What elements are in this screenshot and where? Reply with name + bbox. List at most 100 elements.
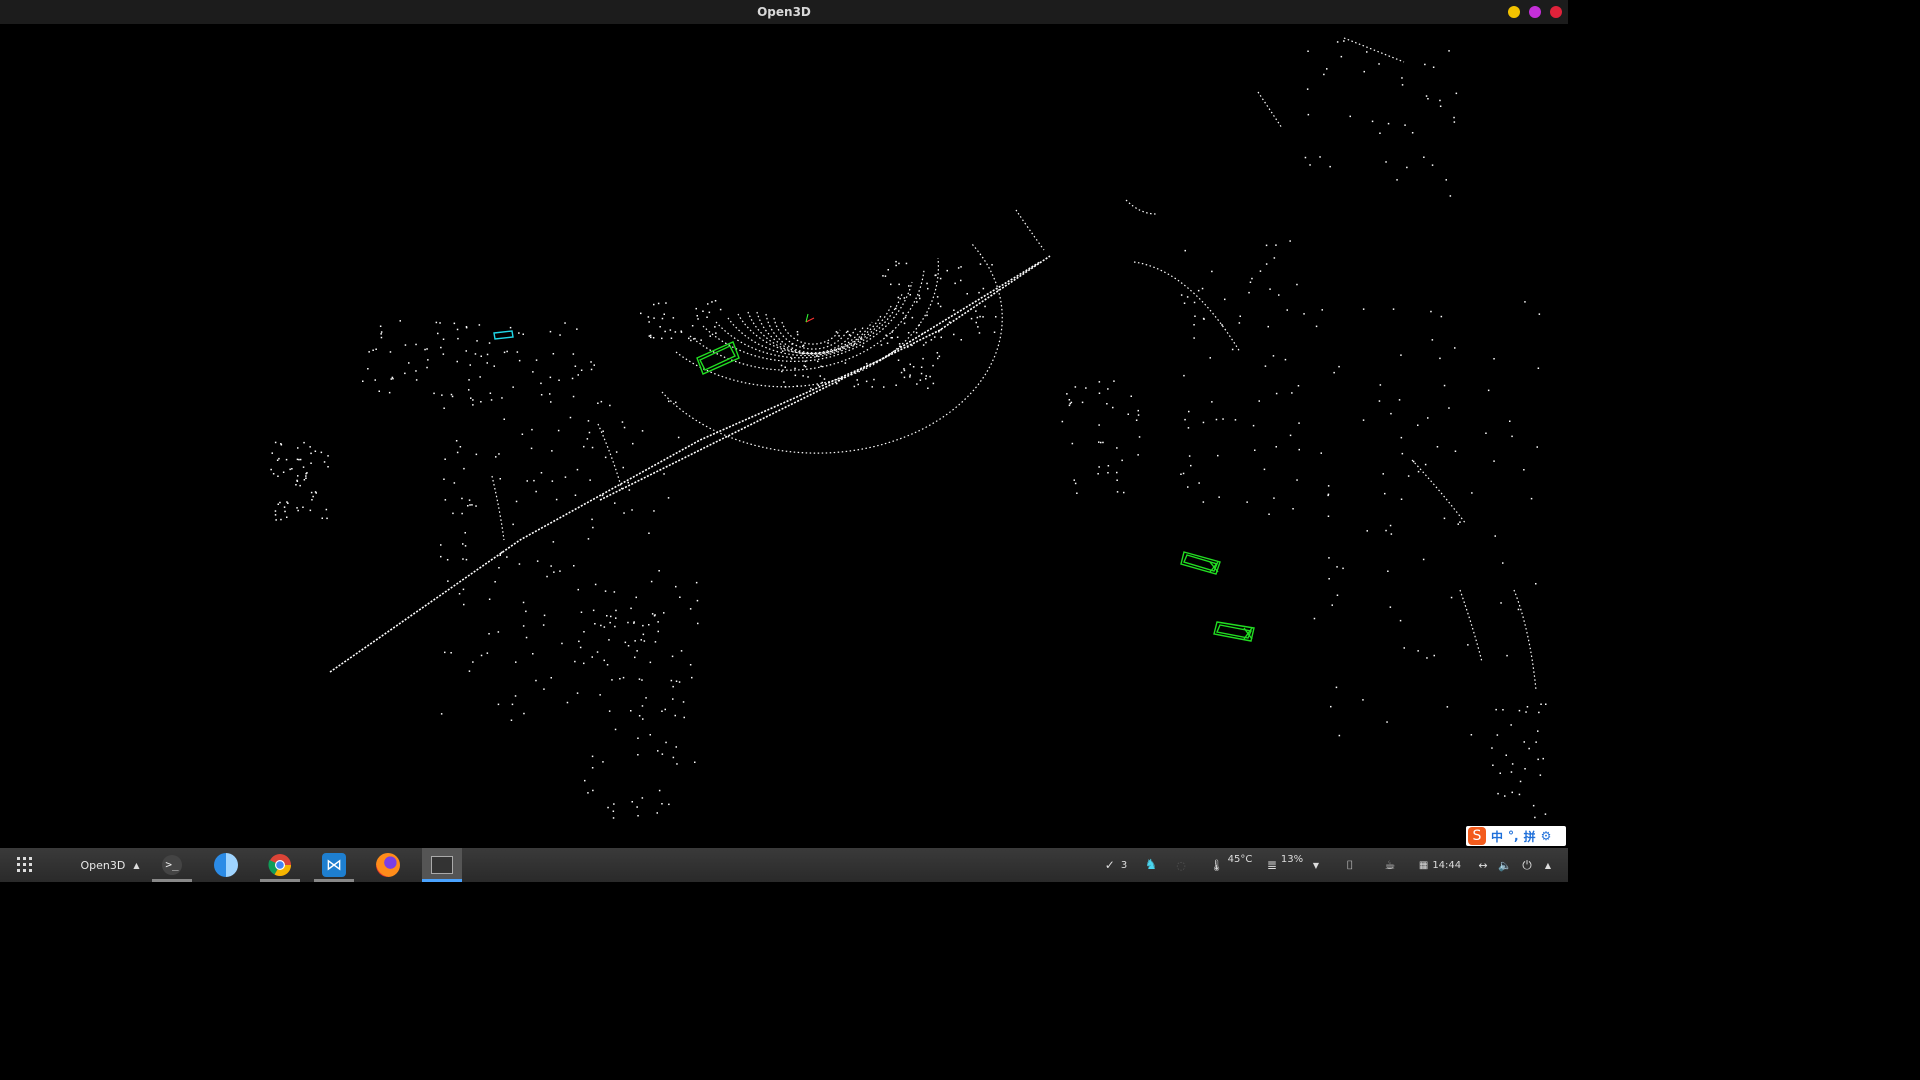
tray-disk[interactable]: ≣ 13%	[1260, 848, 1310, 882]
lidar-point	[665, 302, 667, 304]
tray-overflow[interactable]: ▲	[1540, 848, 1556, 882]
lidar-point	[902, 312, 904, 314]
lidar-point	[672, 698, 674, 700]
lidar-point	[1121, 459, 1123, 462]
lidar-point	[298, 458, 300, 461]
lidar-point	[578, 640, 580, 643]
lidar-point	[715, 332, 717, 334]
lidar-point	[576, 692, 579, 694]
lidar-point	[661, 317, 664, 320]
lidar-point	[927, 387, 929, 389]
lidar-point	[543, 688, 545, 690]
taskbar-app-vscode[interactable]: ⋈	[318, 848, 350, 882]
tray-network[interactable]: ↔	[1474, 848, 1492, 882]
caret-up-icon: ▲	[1544, 860, 1552, 870]
lidar-point	[844, 362, 847, 364]
lidar-point	[566, 701, 569, 704]
lidar-point	[1259, 270, 1262, 272]
input-method-indicator[interactable]: S 中 °, 拼 ⚙	[1466, 826, 1566, 846]
tray-temperature[interactable]: 🌡 45°C	[1206, 848, 1256, 882]
lidar-point	[819, 375, 821, 377]
tray-caffeine[interactable]: ☕	[1380, 848, 1400, 882]
lidar-point	[1188, 410, 1190, 413]
lidar-point	[653, 317, 655, 319]
lidar-point	[525, 636, 528, 639]
lidar-point	[486, 353, 489, 356]
lidar-point	[1392, 308, 1395, 310]
lidar-point	[954, 282, 956, 285]
lidar-point	[1538, 313, 1541, 315]
lidar-point	[820, 365, 822, 368]
lidar-point	[1439, 105, 1442, 107]
tray-power[interactable]: ⏻	[1518, 848, 1536, 882]
lidar-point	[640, 312, 642, 315]
lidar-point	[489, 392, 492, 394]
lidar-point	[1485, 432, 1487, 434]
ime-punct[interactable]: °,	[1508, 829, 1519, 843]
lidar-point	[1411, 132, 1414, 134]
active-app-menu[interactable]: Open3D ▲	[70, 848, 150, 882]
lidar-point	[979, 263, 982, 265]
lidar-point	[918, 294, 920, 297]
tray-sync[interactable]: ◌	[1172, 848, 1190, 882]
point-cloud-canvas[interactable]	[0, 24, 1568, 848]
lidar-point	[807, 376, 809, 378]
lidar-point	[706, 316, 708, 318]
ime-mode[interactable]: 拼	[1524, 828, 1536, 845]
taskbar-app-finder[interactable]	[210, 848, 242, 882]
lidar-point	[515, 500, 518, 503]
lidar-point	[857, 383, 859, 386]
lidar-point	[280, 443, 282, 445]
taskbar-app-firefox[interactable]	[372, 848, 404, 882]
maximize-button[interactable]	[1529, 6, 1541, 18]
lidar-point	[1427, 417, 1429, 419]
tray-screenshot[interactable]: ⌷	[1340, 848, 1360, 882]
lidar-point	[1263, 468, 1266, 471]
lidar-point	[583, 662, 585, 665]
taskbar-app-window[interactable]	[422, 848, 462, 882]
tray-expand[interactable]: ▼	[1308, 848, 1324, 882]
lidar-point	[579, 646, 582, 649]
lidar-point	[1424, 63, 1426, 66]
lidar-point	[679, 596, 681, 598]
lidar-point	[573, 565, 575, 567]
settings-icon[interactable]: ⚙	[1541, 829, 1552, 843]
lidar-point	[297, 509, 299, 512]
lidar-point	[939, 277, 942, 280]
lidar-point	[979, 315, 981, 318]
tray-horse[interactable]: ♞	[1140, 848, 1162, 882]
lidar-point	[512, 523, 514, 526]
lidar-point	[599, 694, 601, 696]
lidar-point	[975, 310, 977, 312]
lidar-point	[612, 810, 615, 812]
close-button[interactable]	[1550, 6, 1562, 18]
lidar-point	[551, 450, 553, 452]
lidar-point	[1539, 774, 1542, 776]
tray-clock[interactable]: ▦ 14:44	[1416, 848, 1464, 882]
tray-volume[interactable]: 🔈	[1496, 848, 1514, 882]
lidar-point	[1448, 50, 1450, 52]
lidar-point	[661, 753, 664, 755]
taskbar-app-terminal[interactable]: >_	[156, 848, 188, 882]
point-cloud-viewport[interactable]	[0, 24, 1568, 848]
tray-tasks[interactable]: ✓ 3	[1100, 848, 1132, 882]
lidar-point	[816, 355, 818, 357]
lidar-point	[1525, 711, 1527, 713]
ime-lang[interactable]: 中	[1491, 828, 1503, 845]
taskbar-app-chrome[interactable]	[264, 848, 296, 882]
lidar-point	[663, 473, 665, 475]
point-cloud	[270, 40, 1547, 819]
title-bar[interactable]: Open3D	[0, 0, 1568, 24]
lidar-point	[1530, 497, 1533, 500]
lidar-point	[469, 504, 471, 506]
lidar-point	[916, 383, 918, 385]
lidar-point	[1127, 413, 1129, 415]
lidar-point	[1528, 747, 1530, 750]
lidar-point	[1386, 721, 1388, 723]
minimize-button[interactable]	[1508, 6, 1520, 18]
lidar-point	[312, 495, 314, 498]
lidar-point	[615, 609, 617, 612]
lidar-point	[1506, 654, 1508, 657]
app-grid-button[interactable]	[10, 848, 40, 882]
lidar-point	[535, 679, 537, 682]
